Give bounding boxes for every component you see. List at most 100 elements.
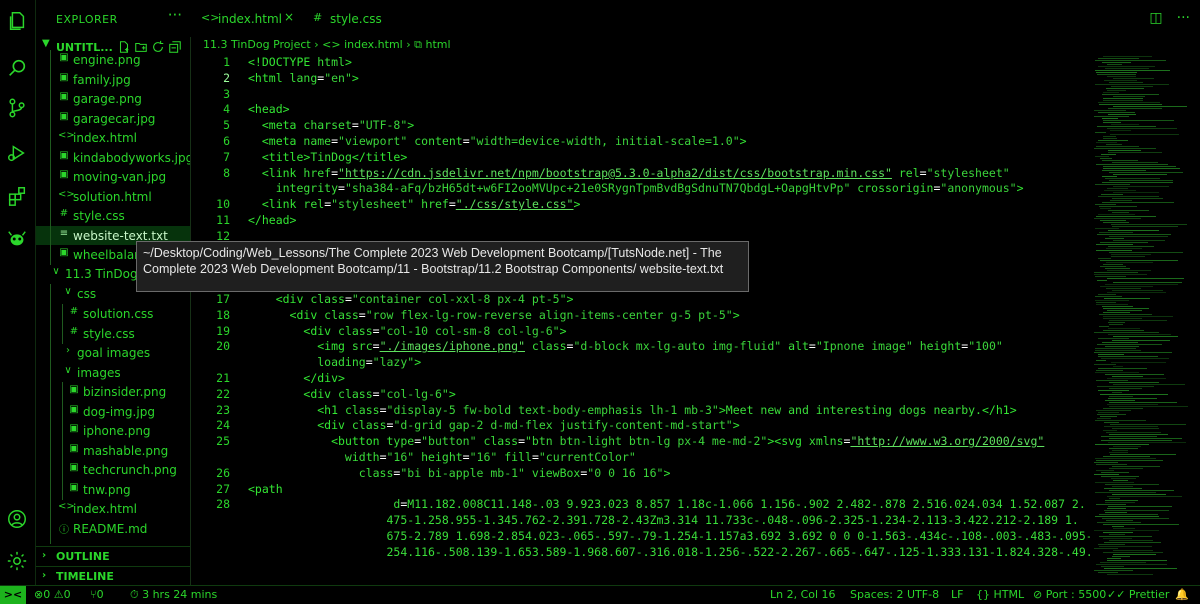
line-number: 26 [216, 465, 230, 480]
file-item[interactable]: ▣ moving-van.jpg [36, 167, 190, 186]
file-item[interactable]: ▣ mashable.png [36, 441, 190, 460]
minimap-line [1103, 316, 1173, 317]
minimap-line [1105, 502, 1135, 503]
minimap-line [1096, 164, 1168, 165]
minimap-line [1106, 262, 1153, 263]
minimap-line [1102, 306, 1133, 307]
minimap-line [1099, 314, 1152, 315]
file-item[interactable]: ▣ iphone.png [36, 421, 190, 440]
explorer-files-icon[interactable] [6, 10, 28, 32]
tree-item-label: kindabodyworks.jpg [73, 150, 190, 165]
outline-section[interactable]: › OUTLINE [36, 546, 190, 567]
tab-style-css[interactable]: # style.css [302, 0, 402, 37]
file-item[interactable]: ▣ bizinsider.png [36, 382, 190, 401]
file-item[interactable]: # style.css [36, 324, 190, 343]
code-line: loading="lazy"> [248, 355, 421, 369]
prettier-status[interactable]: ✓✓ Prettier [1107, 588, 1169, 601]
minimap-line [1097, 126, 1156, 127]
extensions-icon[interactable] [6, 185, 28, 207]
minimap-line [1103, 552, 1163, 553]
file-item[interactable]: <> solution.html [36, 187, 190, 206]
file-item[interactable]: ▣ garagecar.jpg [36, 109, 190, 128]
code-text: class="bi bi-apple mb-1" viewBox="0 0 16… [248, 465, 671, 480]
code-line: </div> [248, 371, 345, 385]
tree-item-label: solution.html [73, 189, 152, 204]
minimap-line [1095, 204, 1116, 205]
breadcrumb-project[interactable]: 11.3 TinDog Project [203, 38, 311, 51]
file-item[interactable]: # style.css [36, 206, 190, 225]
file-item[interactable]: <> index.html [36, 499, 190, 518]
file-item[interactable]: ▣ tnw.png [36, 480, 190, 499]
minimap-line [1108, 108, 1162, 109]
live-server-port[interactable]: ⊘ Port : 5500 [1033, 588, 1106, 601]
minimap-line [1098, 412, 1119, 413]
code-editor[interactable]: 1 <!DOCTYPE html> 2 <html lang="en"> 3 4 <head… [190, 52, 1090, 585]
tab-bar: <> index.html × # style.css ◫ ··· [190, 0, 1200, 37]
minimap-line [1102, 202, 1174, 203]
timeline-section[interactable]: › TIMELINE [36, 566, 190, 585]
minimap-line [1103, 168, 1180, 169]
minimap-line [1098, 390, 1129, 391]
vertical-scrollbar[interactable] [1188, 52, 1200, 585]
remote-indicator[interactable]: >< [0, 586, 26, 604]
file-item[interactable]: ▣ dog-img.jpg [36, 402, 190, 421]
notifications-bell-icon[interactable]: 🔔 [1175, 588, 1189, 601]
code-line: <!DOCTYPE html> [248, 55, 352, 69]
minimap-line [1100, 266, 1126, 267]
code-text: <meta charset="UTF-8"> [261, 118, 415, 133]
file-item[interactable]: ▣ garage.png [36, 89, 190, 108]
tab-index-html[interactable]: <> index.html × [190, 0, 302, 37]
more-actions-icon[interactable]: ··· [1177, 10, 1190, 26]
search-icon[interactable] [6, 57, 28, 79]
minimap-line [1110, 200, 1132, 201]
run-debug-icon[interactable] [6, 142, 28, 164]
minimap-line [1095, 132, 1106, 133]
chevron-right-icon: › [406, 38, 411, 51]
cursor-position[interactable]: Ln 2, Col 16 [770, 588, 836, 601]
account-icon[interactable] [6, 508, 28, 530]
breadcrumb-file[interactable]: index.html [344, 38, 403, 51]
line-ending[interactable]: LF [951, 588, 963, 601]
minimap[interactable] [1090, 52, 1188, 585]
file-item[interactable]: # solution.css [36, 304, 190, 323]
close-icon[interactable]: × [284, 10, 294, 24]
file-item[interactable]: ⓘ README.md [36, 519, 190, 538]
code-text: <meta name="viewport" content="width=dev… [261, 134, 747, 148]
file-item[interactable]: ▣ engine.png [36, 50, 190, 69]
folder-images[interactable]: ∨ images [36, 363, 190, 382]
minimap-line [1104, 190, 1136, 191]
file-item[interactable]: ▣ kindabodyworks.jpg [36, 148, 190, 167]
minimap-line [1103, 308, 1149, 309]
source-control-icon[interactable] [6, 97, 28, 119]
code-text: <head> [248, 102, 290, 117]
minimap-line [1113, 174, 1167, 175]
minimap-line [1095, 228, 1119, 229]
file-item[interactable]: ▣ family.jpg [36, 70, 190, 89]
image-icon: ▣ [69, 481, 79, 493]
problems-indicator[interactable]: ⊗0 ⚠0 [34, 588, 71, 601]
minimap-line [1094, 462, 1118, 463]
indentation[interactable]: Spaces: 2 [850, 588, 903, 601]
ports-indicator[interactable]: ⑂0 [90, 588, 104, 601]
file-item[interactable]: ▣ techcrunch.png [36, 460, 190, 479]
settings-gear-icon[interactable] [6, 550, 28, 572]
minimap-line [1107, 270, 1151, 271]
folder-goal-images[interactable]: › goal images [36, 343, 190, 362]
encoding[interactable]: UTF-8 [907, 588, 939, 601]
chevron-down-icon: ∨ [64, 286, 72, 297]
language-mode[interactable]: {} HTML [976, 588, 1024, 601]
minimap-line [1100, 562, 1146, 563]
activity-bar [0, 0, 36, 585]
minimap-line [1112, 340, 1170, 341]
breadcrumb-symbol[interactable]: html [425, 38, 450, 51]
minimap-line [1106, 88, 1144, 89]
session-timer[interactable]: ⏱ 3 hrs 24 mins [130, 588, 217, 602]
file-item[interactable]: <> index.html [36, 128, 190, 147]
chevron-down-icon: ∨ [64, 364, 72, 376]
alien-icon[interactable] [6, 228, 28, 250]
minimap-line [1097, 414, 1126, 415]
split-editor-icon[interactable]: ◫ [1149, 10, 1162, 26]
minimap-line [1102, 182, 1173, 183]
minimap-line [1107, 292, 1166, 293]
minimap-line [1111, 362, 1166, 363]
